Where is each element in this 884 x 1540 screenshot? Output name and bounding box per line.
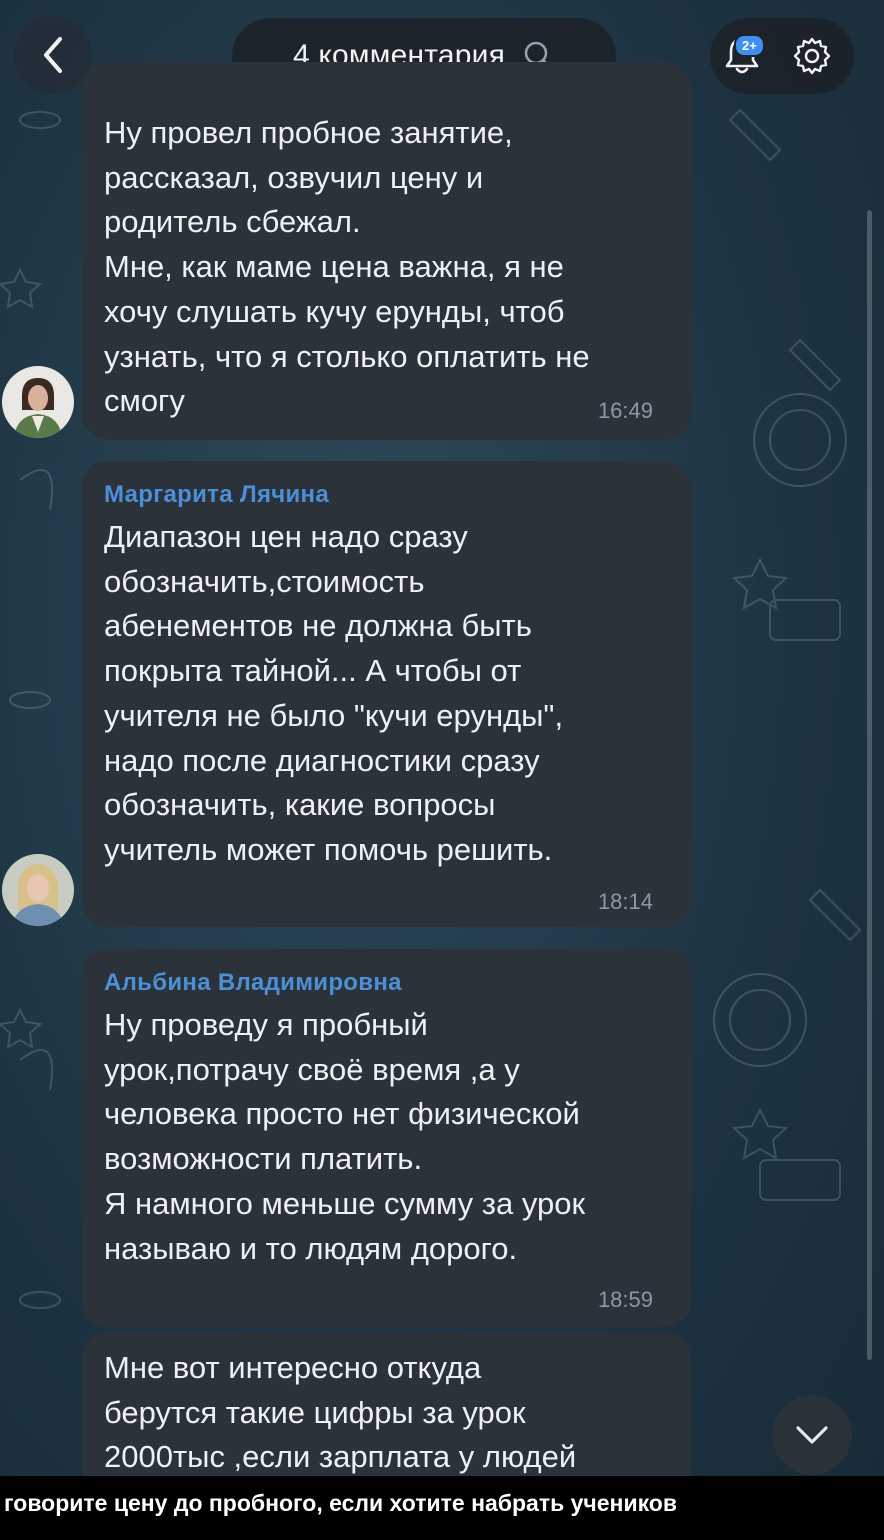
- caption-text: говорите цену до пробного, если хотите н…: [4, 1490, 677, 1516]
- comment-text: Мне вот интересно откуда берутся такие ц…: [104, 1350, 577, 1475]
- scroll-down-button[interactable]: [772, 1395, 852, 1475]
- back-button[interactable]: [14, 16, 92, 94]
- comment-time: 18:14: [597, 889, 653, 914]
- chevron-down-icon: [796, 1426, 828, 1444]
- back-arrow-icon: [44, 37, 62, 73]
- comment-time: 16:49: [597, 398, 653, 423]
- comment-bubble[interactable]: Ну провел пробное занятие, рассказал, оз…: [82, 62, 691, 440]
- comment-text: Ну проведу я пробный урок,потрачу своё в…: [104, 1007, 586, 1266]
- avatar[interactable]: [2, 854, 74, 926]
- scrollbar[interactable]: [867, 210, 872, 1360]
- comment-bubble[interactable]: Альбина Владимировна Ну проведу я пробны…: [82, 949, 691, 1327]
- comment-bubble[interactable]: Маргарита Лячина Диапазон цен надо сразу…: [82, 461, 691, 927]
- video-caption: говорите цену до пробного, если хотите н…: [0, 1476, 884, 1540]
- gear-icon[interactable]: [792, 36, 832, 76]
- comment-text: Ну провел пробное занятие, рассказал, оз…: [104, 115, 590, 419]
- comment-time: 18:59: [597, 1287, 653, 1312]
- avatar[interactable]: [2, 366, 74, 438]
- comment-text: Диапазон цен надо сразу обозначить,стоим…: [104, 519, 564, 867]
- header-actions: 2+: [710, 18, 854, 94]
- notification-badge: 2+: [734, 34, 765, 57]
- comment-author[interactable]: Альбина Владимировна: [104, 969, 667, 997]
- comment-author[interactable]: Маргарита Лячина: [104, 481, 667, 509]
